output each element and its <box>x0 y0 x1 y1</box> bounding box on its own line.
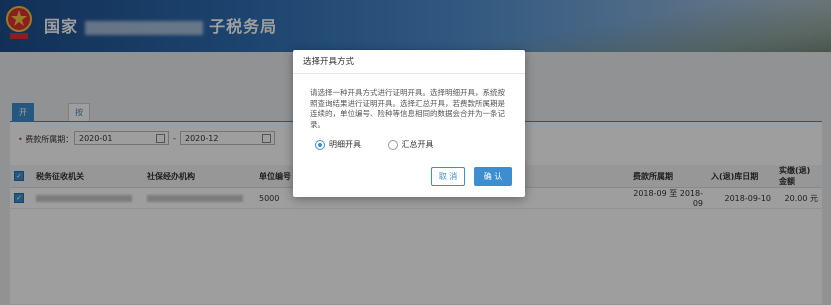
issue-method-options: 明细开具 汇总开具 <box>315 139 434 150</box>
option-summary-label: 汇总开具 <box>401 140 434 149</box>
radio-summary[interactable] <box>387 139 398 150</box>
radio-detail[interactable] <box>315 139 325 150</box>
issue-method-dialog: 选择开具方式 请选择一种开具方式进行证明开具。选择明细开具，系统按照查询结果进行… <box>293 50 525 197</box>
dialog-title: 选择开具方式 <box>293 50 525 74</box>
confirm-button[interactable]: 确 认 <box>474 167 512 186</box>
option-detail[interactable]: 明细开具 <box>315 139 364 150</box>
option-detail-label: 明细开具 <box>329 140 361 149</box>
dialog-message: 请选择一种开具方式进行证明开具。选择明细开具，系统按照查询结果进行证明开具。选择… <box>310 88 505 129</box>
option-summary[interactable]: 汇总开具 <box>387 139 434 150</box>
cancel-button[interactable]: 取 消 <box>431 167 465 186</box>
